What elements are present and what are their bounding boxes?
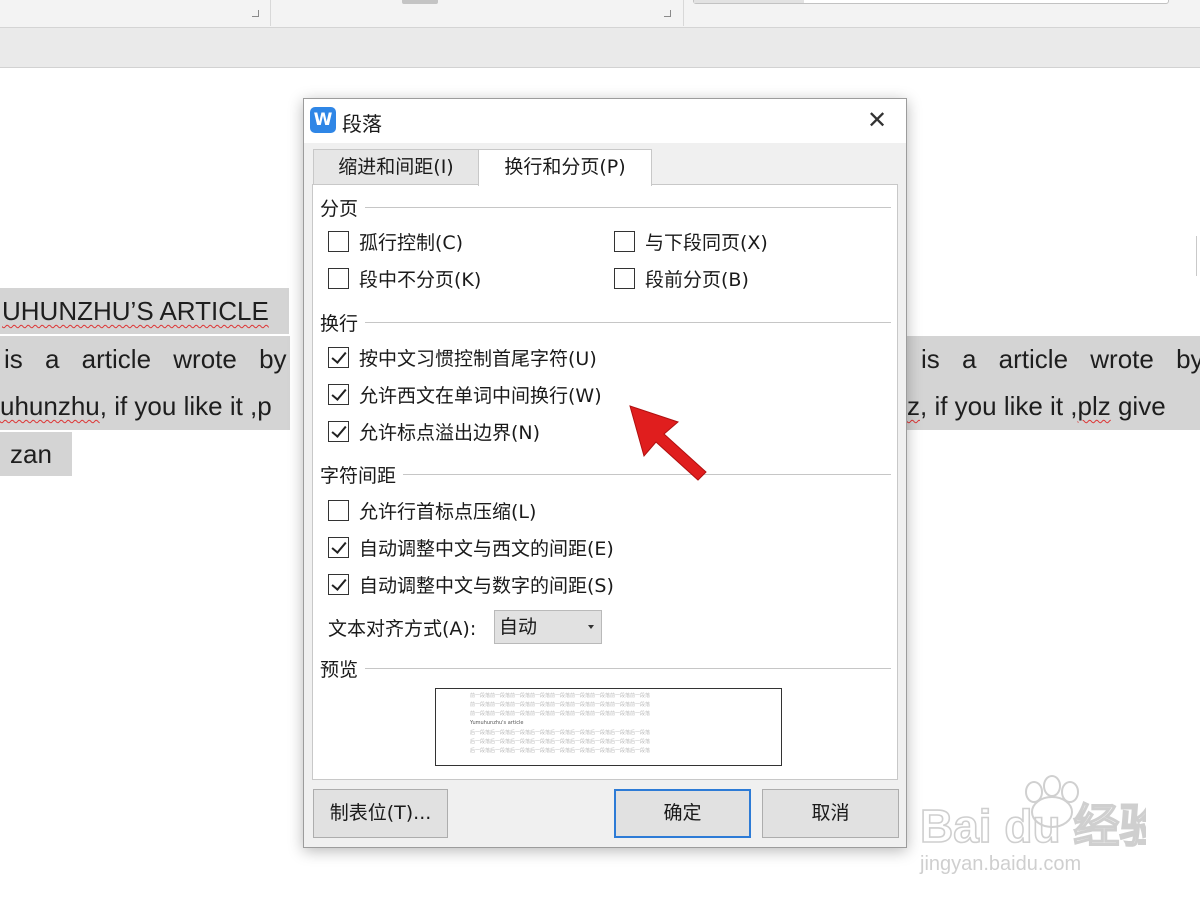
doc-word-underlined: plz <box>1077 391 1111 421</box>
toolbar-strip <box>0 28 1200 68</box>
ribbon-style-field[interactable] <box>693 0 1169 4</box>
option-label: 自动调整中文与西文的间距(E) <box>359 537 614 560</box>
checkbox[interactable] <box>614 230 635 252</box>
text-align-select[interactable]: 自动 <box>494 610 602 644</box>
preview-next-paragraph: 后一段落后一段落后一段落后一段落后一段落后一段落后一段落后一段落后一段落 <box>470 748 651 754</box>
group-launcher-icon[interactable] <box>664 10 671 17</box>
doc-line-left-2: uhunzhu, if you like it ,p <box>0 382 290 430</box>
ribbon-separator <box>683 0 684 26</box>
section-title-pagination: 分页 <box>320 194 363 221</box>
keep-lines-together-option[interactable]: 段中不分页(K) <box>328 264 481 292</box>
option-label: 自动调整中文与数字的间距(S) <box>359 574 614 597</box>
doc-text: , if you like it , <box>920 391 1078 421</box>
widow-control-option[interactable]: 孤行控制(C) <box>328 227 463 255</box>
section-divider <box>365 207 891 208</box>
doc-line-left-3: zan <box>0 432 72 476</box>
preview-pane: 前一段落前一段落前一段落前一段落前一段落前一段落前一段落前一段落前一段落 前一段… <box>435 688 782 766</box>
chevron-down-icon <box>588 625 594 629</box>
allow-punctuation-overflow-option[interactable]: 允许标点溢出边界(N) <box>328 417 540 445</box>
baidu-jingyan-watermark-logo: Bai du 经验 jingyan.baidu.com <box>919 775 1146 875</box>
compress-leading-punctuation-option[interactable]: 允许行首标点压缩(L) <box>328 496 536 524</box>
allow-latin-word-wrap-option[interactable]: 允许西文在单词中间换行(W) <box>328 380 602 408</box>
chinese-line-break-rules-option[interactable]: 按中文习惯控制首尾字符(U) <box>328 343 597 371</box>
tab-line-page-breaks[interactable]: 换行和分页(P) <box>478 149 652 186</box>
paragraph-dialog: W 段落 ✕ 缩进和间距(I) 换行和分页(P) 分页 孤行控制(C) 与下段同… <box>303 98 907 848</box>
checkbox[interactable] <box>614 267 635 289</box>
ribbon-field-highlight <box>694 0 804 3</box>
option-label: 孤行控制(C) <box>359 231 464 254</box>
section-divider <box>365 668 891 669</box>
option-label: 允许西文在单词中间换行(W) <box>359 384 602 407</box>
doc-heading-text: UHUNZHU’S ARTICLE <box>2 296 269 326</box>
preview-prev-paragraph: 前一段落前一段落前一段落前一段落前一段落前一段落前一段落前一段落前一段落 <box>470 702 651 708</box>
checkbox[interactable] <box>328 267 349 289</box>
doc-heading: UHUNZHU’S ARTICLE <box>0 288 289 334</box>
tab-stops-button[interactable]: 制表位(T)... <box>313 789 448 838</box>
preview-next-paragraph: 后一段落后一段落后一段落后一段落后一段落后一段落后一段落后一段落后一段落 <box>470 739 651 745</box>
auto-space-cjk-digits-option[interactable]: 自动调整中文与数字的间距(S) <box>328 570 614 598</box>
watermark-brand: Bai du 经验 <box>920 800 1146 852</box>
text-align-label: 文本对齐方式(A): <box>328 618 477 640</box>
option-label: 段中不分页(K) <box>359 268 482 291</box>
wps-app-icon: W <box>310 107 336 133</box>
doc-line-right-1: is a article wrote by <box>907 336 1200 382</box>
preview-prev-paragraph: 前一段落前一段落前一段落前一段落前一段落前一段落前一段落前一段落前一段落 <box>470 693 651 699</box>
section-title-line-break: 换行 <box>320 309 363 336</box>
tab-indent-spacing[interactable]: 缩进和间距(I) <box>313 149 479 185</box>
tab-panel: 分页 孤行控制(C) 与下段同页(X) 段中不分页(K) 段前分页(B) 换行 … <box>312 184 898 780</box>
watermark-url: jingyan.baidu.com <box>919 853 1081 875</box>
ribbon-control[interactable] <box>402 0 438 4</box>
doc-text: give <box>1110 391 1166 421</box>
group-launcher-icon[interactable] <box>252 10 259 17</box>
option-label: 允许标点溢出边界(N) <box>359 421 541 444</box>
section-title-char-spacing: 字符间距 <box>320 461 401 488</box>
checkbox-checked[interactable] <box>328 420 349 442</box>
checkbox[interactable] <box>328 499 349 521</box>
keep-with-next-option[interactable]: 与下段同页(X) <box>614 227 768 255</box>
preview-current-paragraph: Yumuhunzhu's article <box>470 720 524 726</box>
option-label: 段前分页(B) <box>645 268 749 291</box>
checkbox-checked[interactable] <box>328 536 349 558</box>
page-boundary-marker <box>1196 236 1200 276</box>
doc-text: , if you like it ,p <box>99 391 272 421</box>
preview-prev-paragraph: 前一段落前一段落前一段落前一段落前一段落前一段落前一段落前一段落前一段落 <box>470 711 651 717</box>
doc-line-left-1: is a article wrote by <box>0 336 290 382</box>
dialog-titlebar[interactable]: W 段落 ✕ <box>304 99 906 143</box>
option-label: 允许行首标点压缩(L) <box>359 500 537 523</box>
text-align-value: 自动 <box>499 616 538 638</box>
option-label: 按中文习惯控制首尾字符(U) <box>359 347 597 370</box>
doc-word-underlined: z <box>907 391 920 421</box>
checkbox-checked[interactable] <box>328 573 349 595</box>
doc-word-underlined: uhunzhu <box>0 391 100 421</box>
checkbox-checked[interactable] <box>328 346 349 368</box>
section-divider <box>365 322 891 323</box>
close-icon[interactable]: ✕ <box>860 105 894 135</box>
dialog-title: 段落 <box>342 112 382 136</box>
ribbon-separator <box>270 0 271 26</box>
page-break-before-option[interactable]: 段前分页(B) <box>614 264 749 292</box>
ok-button[interactable]: 确定 <box>614 789 751 838</box>
screen: UHUNZHU’S ARTICLE is a article wrote by … <box>0 0 1200 900</box>
section-title-preview: 预览 <box>320 655 363 682</box>
auto-space-cjk-latin-option[interactable]: 自动调整中文与西文的间距(E) <box>328 533 614 561</box>
preview-next-paragraph: 后一段落后一段落后一段落后一段落后一段落后一段落后一段落后一段落后一段落 <box>470 730 651 736</box>
checkbox[interactable] <box>328 230 349 252</box>
ribbon <box>0 0 1200 28</box>
cancel-button[interactable]: 取消 <box>762 789 899 838</box>
doc-line-right-2: z, if you like it ,plz give <box>907 382 1200 430</box>
red-arrow-icon <box>629 405 707 481</box>
checkbox-checked[interactable] <box>328 383 349 405</box>
option-label: 与下段同页(X) <box>645 231 768 254</box>
